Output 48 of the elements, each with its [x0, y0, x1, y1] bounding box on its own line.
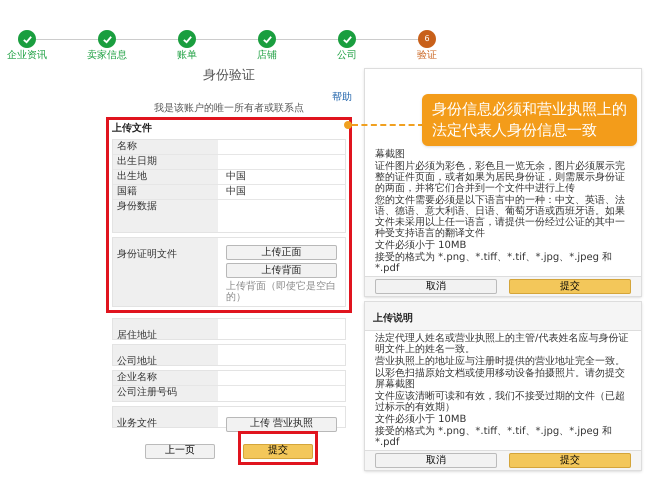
- field-label: 出生地: [117, 170, 147, 184]
- step-label: 店铺: [257, 50, 277, 62]
- upload-note: 上传背面（即使它是空白的）: [226, 281, 337, 303]
- callout-text: 法定代表人身份信息一致: [432, 120, 598, 141]
- field-value: 中国: [226, 170, 246, 184]
- instruction-text: 您的文件需要必须是以下语言中的一种：中文、英语、法语、德语、意大利语、日语、葡萄牙语或西班牙语。如果文件未采用以上任一语言，请提供一份经过公证的其中一种受支持语言的翻译文件: [375, 195, 626, 239]
- field-label: 国籍: [117, 185, 137, 199]
- instruction-text: 接受的格式为 *.png、*.tiff、*.tif、*.jpg、*.jpeg 和 *.pdf: [375, 252, 614, 274]
- cancel-button[interactable]: 取消: [375, 279, 497, 294]
- help-link[interactable]: 帮助: [332, 92, 352, 103]
- step-label: 账单: [177, 50, 197, 62]
- instruction-text: 文件必须小于 10MB: [375, 414, 468, 425]
- instruction-text: 法定代理人姓名或营业执照上的主管/代表姓名应与身份证明文件上的姓名一致。: [375, 333, 630, 355]
- submit-button[interactable]: 提交: [243, 444, 313, 458]
- upload-button[interactable]: 上传 营业执照: [226, 416, 337, 432]
- instruction-text: 幕截图: [375, 149, 406, 160]
- cancel-button[interactable]: 取消: [375, 453, 497, 468]
- instruction-text: 文件必须小于 10MB: [375, 240, 468, 251]
- field-label: 出生日期: [117, 155, 157, 169]
- field-label: 居住地址: [117, 330, 157, 341]
- field-label: 公司注册号码: [117, 386, 177, 400]
- instruction-text: 营业执照上的地址应与注册时提供的营业地址完全一致。: [375, 356, 626, 367]
- field-value: 中国: [226, 185, 246, 199]
- instruction-text: 文件应该清晰可读和有效，我们不接受过期的文件（已超过标示的有效期）: [375, 391, 626, 413]
- step-label: 验证: [417, 50, 437, 62]
- instruction-text: 接受的格式为 *.png、*.tiff、*.tif、*.jpg、*.jpeg 和 *.pdf: [375, 426, 614, 448]
- back-button[interactable]: 上一页: [145, 444, 215, 458]
- field-label: 公司地址: [117, 356, 157, 367]
- field-label: 名称: [117, 140, 137, 154]
- field-label: 身份数据: [117, 200, 157, 214]
- upload-button[interactable]: 上传背面: [226, 263, 337, 278]
- section-title: 上传文件: [112, 123, 153, 135]
- field-label: 企业名称: [117, 371, 157, 385]
- callout-text: 身份信息必须和营业执照上的: [432, 99, 627, 120]
- submit-button[interactable]: 提交: [509, 279, 631, 294]
- step-number: 6: [418, 30, 436, 48]
- page-title: 身份验证: [203, 68, 255, 84]
- upload-button[interactable]: 上传正面: [226, 245, 337, 260]
- instruction-text: 以彩色扫描原始文档或使用移动设备拍摄照片。请勿提交屏幕截图: [375, 368, 626, 390]
- owner-note: 我是该账户的唯一所有者或联系点: [154, 103, 304, 115]
- field-label: 业务文件: [117, 418, 157, 429]
- step-label: 公司: [337, 50, 357, 62]
- step-label: 企业资讯: [7, 50, 47, 62]
- step-label: 卖家信息: [87, 50, 127, 62]
- submit-button[interactable]: 提交: [509, 453, 631, 468]
- panel-title: 上传说明: [373, 313, 413, 324]
- field-label: 身份证明文件: [117, 249, 177, 260]
- instruction-text: 证件图片必须为彩色，彩色且一览无余，图片必须展示完整的证件页面，或者如果为居民身份证，则需展示身份证的两面，并将它们合并到一个文件中进行上传: [375, 161, 626, 194]
